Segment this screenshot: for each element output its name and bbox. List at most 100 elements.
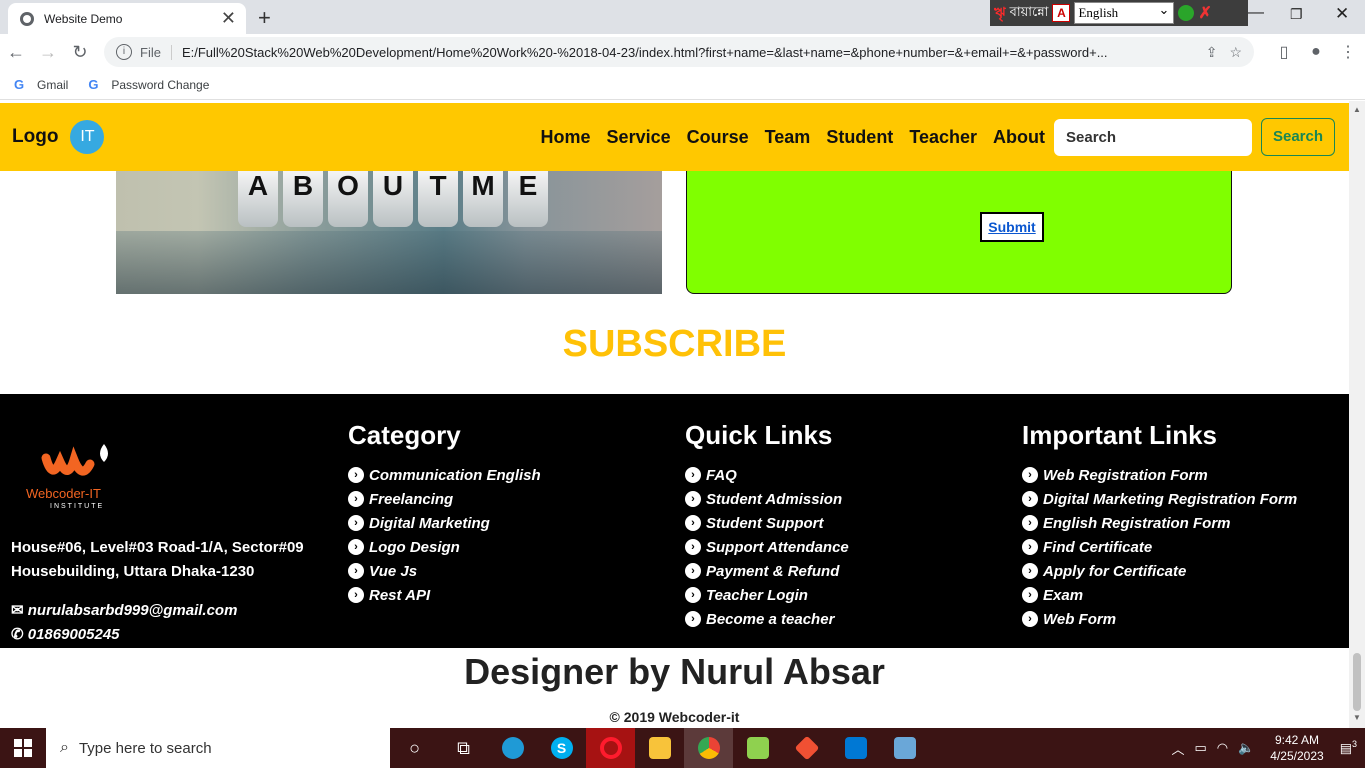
page-scrollbar[interactable]: ▲ ▼ (1349, 101, 1365, 728)
footer-link[interactable]: › Payment & Refund (685, 559, 849, 583)
chevron-right-icon: › (685, 611, 701, 627)
footer-link[interactable]: › Student Admission (685, 487, 849, 511)
menu-service[interactable]: Service (607, 127, 671, 148)
clock-time: 9:42 AM (1274, 733, 1319, 747)
menu-dots-icon[interactable]: ⋮ (1332, 42, 1364, 62)
omnibox[interactable]: i File E:/Full%20Stack%20Web%20Developme… (104, 37, 1254, 67)
info-icon[interactable]: i (116, 44, 132, 60)
language-select[interactable]: English (1074, 0, 1175, 24)
edge-icon[interactable] (488, 728, 537, 768)
chevron-right-icon: › (1022, 563, 1038, 579)
disable-icon[interactable]: ✗ (1198, 3, 1211, 23)
menu-teacher[interactable]: Teacher (909, 127, 977, 148)
notification-icon[interactable]: ▤3 (1340, 739, 1357, 756)
start-button[interactable] (0, 728, 46, 768)
letter-cube: T (418, 171, 458, 227)
chevron-right-icon: › (685, 587, 701, 603)
search-icon: ⌕ (60, 739, 69, 756)
close-tab-icon[interactable]: ✕ (221, 8, 236, 29)
chevron-right-icon: › (1022, 587, 1038, 603)
side-panel-icon[interactable]: ▯ (1268, 42, 1300, 62)
maximize-icon[interactable]: ❐ (1290, 6, 1303, 23)
close-window-icon[interactable]: ✕ (1335, 4, 1349, 24)
menu-about[interactable]: About (993, 127, 1045, 148)
image-reflection (116, 231, 662, 294)
scroll-down-icon[interactable]: ▼ (1353, 713, 1361, 722)
back-icon[interactable]: ← (0, 42, 32, 63)
menu-student[interactable]: Student (826, 127, 893, 148)
footer-link[interactable]: › Find Certificate (1022, 535, 1297, 559)
adobe-icon[interactable]: A (1052, 4, 1071, 22)
chevron-up-icon[interactable]: ︿ (1171, 739, 1184, 758)
address-line: Housebuilding, Uttara Dhaka-1230 (11, 563, 255, 580)
bookmark-label: Gmail (37, 77, 69, 92)
forward-icon[interactable]: → (32, 42, 64, 63)
search-button[interactable]: Search (1261, 118, 1335, 156)
footer-link[interactable]: › Web Form (1022, 607, 1297, 631)
footer-link[interactable]: › Apply for Certificate (1022, 559, 1297, 583)
network-tool-icon[interactable] (880, 728, 929, 768)
footer-link[interactable]: › Freelancing (348, 487, 541, 511)
scroll-up-icon[interactable]: ▲ (1353, 105, 1361, 114)
site-footer: Webcoder-IT INSTITUTE House#06, Level#03… (0, 394, 1349, 648)
bookmark-star-icon[interactable]: ☆ (1229, 44, 1242, 61)
wifi-icon[interactable]: ◠ (1217, 740, 1228, 756)
footer-link[interactable]: › Become a teacher (685, 607, 849, 631)
footer-link[interactable]: › Digital Marketing Registration Form (1022, 487, 1297, 511)
bookmark-password-change[interactable]: G Password Change (88, 78, 209, 92)
copyright: © 2019 Webcoder-it (609, 709, 740, 725)
url-text[interactable]: E:/Full%20Stack%20Web%20Development/Home… (182, 45, 1194, 60)
opera-icon[interactable] (586, 728, 635, 768)
minimize-icon[interactable]: — (1248, 4, 1264, 22)
notepad-plus-icon[interactable] (733, 728, 782, 768)
scrollbar-thumb[interactable] (1353, 653, 1361, 711)
menu-team[interactable]: Team (765, 127, 811, 148)
main-menu: Home Service Course Team Student Teacher… (541, 127, 1045, 148)
site-logo[interactable]: Logo (12, 126, 58, 148)
footer-link[interactable]: › FAQ (685, 463, 849, 487)
browser-tab[interactable]: Website Demo ✕ (8, 3, 246, 34)
google-icon: G (14, 77, 25, 92)
bookmark-gmail[interactable]: G Gmail (14, 78, 68, 92)
file-explorer-icon[interactable] (635, 728, 684, 768)
volume-icon[interactable]: 🔈 (1238, 740, 1254, 756)
footer-link[interactable]: › Digital Marketing (348, 511, 541, 535)
enable-icon[interactable] (1178, 5, 1195, 21)
footer-link[interactable]: › Logo Design (348, 535, 541, 559)
footer-link[interactable]: › Communication English (348, 463, 541, 487)
new-tab-button[interactable]: + (258, 5, 271, 31)
share-icon[interactable]: ⇪ (1206, 44, 1218, 61)
footer-link[interactable]: › English Registration Form (1022, 511, 1297, 535)
menu-home[interactable]: Home (541, 127, 591, 148)
chrome-icon[interactable] (684, 728, 733, 768)
submit-button[interactable]: Submit (980, 212, 1044, 242)
logo-badge[interactable]: IT (70, 120, 105, 154)
search-input[interactable]: Search (1054, 118, 1252, 156)
footer-link[interactable]: › Support Attendance (685, 535, 849, 559)
footer-link[interactable]: › Teacher Login (685, 583, 849, 607)
footer-link[interactable]: › Exam (1022, 583, 1297, 607)
git-icon[interactable] (782, 728, 831, 768)
menu-course[interactable]: Course (687, 127, 749, 148)
clock[interactable]: 9:42 AM 4/25/2023 (1270, 732, 1323, 764)
footer-link[interactable]: › Student Support (685, 511, 849, 535)
chevron-right-icon: › (348, 539, 364, 555)
phone-contact[interactable]: ✆ 01869005245 (11, 625, 120, 643)
footer-link[interactable]: › Web Registration Form (1022, 463, 1297, 487)
chevron-right-icon: › (685, 563, 701, 579)
brand-text: Webcoder-IT (26, 486, 101, 501)
about-me-image: A B O U T M E (116, 171, 662, 294)
email-contact[interactable]: ✉ nurulabsarbd999@gmail.com (11, 601, 237, 619)
footer-link[interactable]: › Vue Js (348, 559, 541, 583)
profile-icon[interactable]: ● (1300, 43, 1332, 61)
reload-icon[interactable]: ↻ (64, 42, 96, 63)
cortana-icon[interactable]: ○ (390, 728, 439, 768)
task-view-icon[interactable]: ⧉ (439, 728, 488, 768)
taskbar-search[interactable]: ⌕ Type here to search (46, 728, 390, 768)
skype-icon[interactable]: S (537, 728, 586, 768)
battery-icon[interactable]: ▭ (1194, 740, 1206, 756)
vscode-icon[interactable] (831, 728, 880, 768)
chevron-right-icon: › (348, 563, 364, 579)
quick-links-column: Quick Links › FAQ › Student Admission › Stu… (685, 420, 849, 631)
footer-link[interactable]: › Rest API (348, 583, 541, 607)
